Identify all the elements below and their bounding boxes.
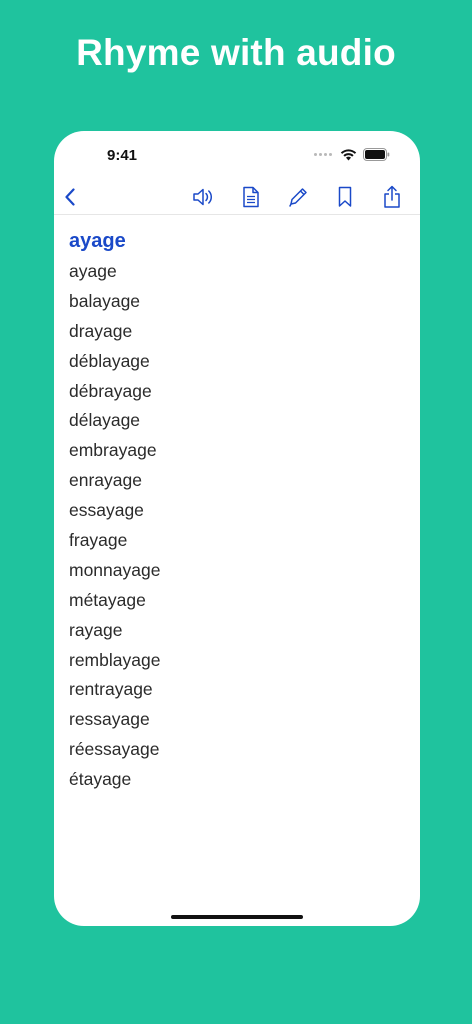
share-icon: [384, 185, 400, 208]
speaker-icon: [193, 188, 213, 206]
share-button[interactable]: [378, 183, 406, 211]
status-indicators: [314, 148, 390, 161]
rhyme-list: ayage balayage drayage déblayage débrayage dé…: [69, 259, 405, 797]
rhyme-item[interactable]: étayage: [69, 767, 405, 797]
rhyme-item[interactable]: déblayage: [69, 349, 405, 379]
rhyme-item[interactable]: débrayage: [69, 379, 405, 409]
rhyme-heading: ayage: [69, 230, 126, 252]
rhyme-item[interactable]: métayage: [69, 588, 405, 618]
phone-screen: 9:41 ayage ayage balayage drayage déblay…: [54, 131, 420, 926]
rhyme-item[interactable]: réessayage: [69, 737, 405, 767]
chevron-left-icon: [65, 188, 75, 206]
rhyme-content: ayage ayage balayage drayage déblayage débra…: [69, 229, 405, 797]
rhyme-item[interactable]: délayage: [69, 408, 405, 438]
status-bar: 9:41: [54, 131, 420, 177]
rhyme-item[interactable]: remblayage: [69, 648, 405, 678]
back-button[interactable]: [56, 183, 84, 211]
rhyme-item[interactable]: frayage: [69, 528, 405, 558]
document-button[interactable]: [237, 183, 265, 211]
battery-icon: [363, 148, 390, 161]
signal-icon: [314, 153, 332, 156]
rhyme-item[interactable]: ressayage: [69, 707, 405, 737]
toolbar: [54, 179, 420, 215]
edit-button[interactable]: [284, 183, 312, 211]
promo-title: Rhyme with audio: [76, 32, 396, 73]
rhyme-item[interactable]: rentrayage: [69, 677, 405, 707]
rhyme-item[interactable]: enrayage: [69, 468, 405, 498]
wifi-icon: [340, 149, 357, 161]
audio-button[interactable]: [189, 183, 217, 211]
bookmark-button[interactable]: [331, 183, 359, 211]
rhyme-item[interactable]: balayage: [69, 289, 405, 319]
rhyme-item[interactable]: embrayage: [69, 438, 405, 468]
rhyme-item[interactable]: ayage: [69, 259, 405, 289]
rhyme-item[interactable]: monnayage: [69, 558, 405, 588]
rhyme-item[interactable]: rayage: [69, 618, 405, 648]
rhyme-item[interactable]: drayage: [69, 319, 405, 349]
pencil-icon: [289, 188, 307, 207]
document-icon: [243, 186, 259, 208]
rhyme-item[interactable]: essayage: [69, 498, 405, 528]
bookmark-icon: [338, 186, 352, 207]
home-indicator: [171, 915, 303, 919]
status-time: 9:41: [107, 147, 138, 164]
